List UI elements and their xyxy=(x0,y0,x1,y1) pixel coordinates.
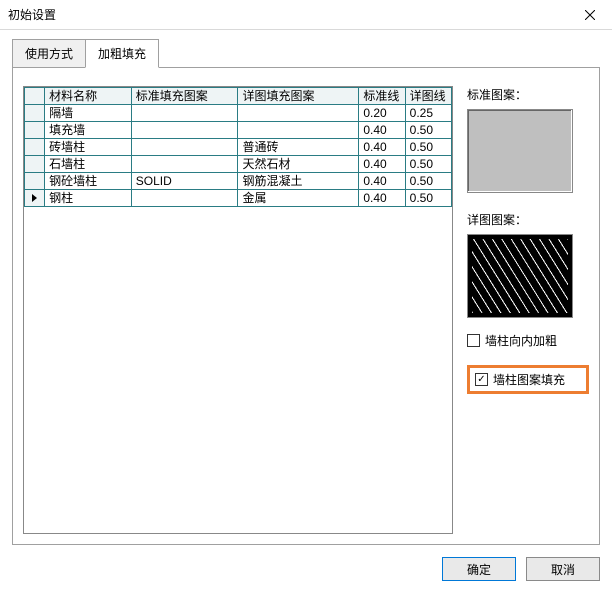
ok-button[interactable]: 确定 xyxy=(442,557,516,581)
cell-w1[interactable]: 0.20 xyxy=(359,105,405,122)
table-row[interactable]: 钢柱 金属0.400.50 xyxy=(25,190,452,207)
col-w1[interactable]: 标准线 xyxy=(359,88,405,105)
table-row[interactable]: 填充墙 0.400.50 xyxy=(25,122,452,139)
cell-std[interactable] xyxy=(131,190,238,207)
row-header xyxy=(25,122,45,139)
cell-w2[interactable]: 0.50 xyxy=(405,173,451,190)
tab-bold-fill[interactable]: 加粗填充 xyxy=(85,39,159,68)
col-w2[interactable]: 详图线 xyxy=(405,88,451,105)
table-row[interactable]: 砖墙柱 普通砖0.400.50 xyxy=(25,139,452,156)
tab-bar: 使用方式 加粗填充 xyxy=(12,38,600,67)
cell-detail[interactable]: 天然石材 xyxy=(238,156,359,173)
row-header xyxy=(25,105,45,122)
dialog-footer: 确定 取消 xyxy=(12,545,600,591)
current-row-indicator-icon xyxy=(32,194,37,202)
cancel-button[interactable]: 取消 xyxy=(526,557,600,581)
checkbox-pattern-fill[interactable] xyxy=(475,373,488,386)
window-title: 初始设置 xyxy=(8,6,56,23)
cell-w1[interactable]: 0.40 xyxy=(359,173,405,190)
cell-name[interactable]: 隔墙 xyxy=(45,105,132,122)
cell-std[interactable]: SOLID xyxy=(131,173,238,190)
col-detail[interactable]: 详图填充图案 xyxy=(238,88,359,105)
cell-detail[interactable] xyxy=(238,122,359,139)
cell-w1[interactable]: 0.40 xyxy=(359,139,405,156)
cell-detail[interactable]: 普通砖 xyxy=(238,139,359,156)
detail-pattern-label: 详图图案： xyxy=(467,211,589,228)
cell-detail[interactable] xyxy=(238,105,359,122)
std-pattern-label: 标准图案： xyxy=(467,86,589,103)
cell-w1[interactable]: 0.40 xyxy=(359,122,405,139)
cell-detail[interactable]: 金属 xyxy=(238,190,359,207)
grid-corner xyxy=(25,88,45,105)
checkbox-pattern-fill-highlight: 墙柱图案填充 xyxy=(467,365,589,394)
cell-w2[interactable]: 0.50 xyxy=(405,139,451,156)
cell-name[interactable]: 石墙柱 xyxy=(45,156,132,173)
cell-std[interactable] xyxy=(131,139,238,156)
table-row[interactable]: 隔墙 0.200.25 xyxy=(25,105,452,122)
cell-w2[interactable]: 0.50 xyxy=(405,190,451,207)
material-grid[interactable]: 材料名称 标准填充图案 详图填充图案 标准线 详图线 隔墙0.200.25填充墙… xyxy=(24,87,452,207)
checkbox-bold-inward[interactable] xyxy=(467,334,480,347)
row-header xyxy=(25,173,45,190)
cell-name[interactable]: 钢砼墙柱 xyxy=(45,173,132,190)
right-panel: 标准图案： 详图图案： 墙柱向内加粗 墙柱图案填充 xyxy=(467,86,589,534)
row-header xyxy=(25,156,45,173)
cell-w1[interactable]: 0.40 xyxy=(359,190,405,207)
tab-panel: 材料名称 标准填充图案 详图填充图案 标准线 详图线 隔墙0.200.25填充墙… xyxy=(12,67,600,545)
row-header xyxy=(25,139,45,156)
col-std[interactable]: 标准填充图案 xyxy=(131,88,238,105)
titlebar: 初始设置 xyxy=(0,0,612,30)
cell-w1[interactable]: 0.40 xyxy=(359,156,405,173)
tab-usage[interactable]: 使用方式 xyxy=(12,39,86,68)
cell-w2[interactable]: 0.25 xyxy=(405,105,451,122)
cell-std[interactable] xyxy=(131,105,238,122)
checkbox-bold-inward-label: 墙柱向内加粗 xyxy=(485,332,557,349)
cell-std[interactable] xyxy=(131,156,238,173)
material-grid-wrap: 材料名称 标准填充图案 详图填充图案 标准线 详图线 隔墙0.200.25填充墙… xyxy=(23,86,453,534)
col-name[interactable]: 材料名称 xyxy=(45,88,132,105)
close-button[interactable] xyxy=(568,0,612,30)
cell-name[interactable]: 砖墙柱 xyxy=(45,139,132,156)
cell-name[interactable]: 填充墙 xyxy=(45,122,132,139)
std-pattern-swatch[interactable] xyxy=(467,109,573,193)
cell-name[interactable]: 钢柱 xyxy=(45,190,132,207)
cell-detail[interactable]: 钢筋混凝土 xyxy=(238,173,359,190)
table-row[interactable]: 钢砼墙柱SOLID钢筋混凝土0.400.50 xyxy=(25,173,452,190)
cell-std[interactable] xyxy=(131,122,238,139)
detail-pattern-swatch[interactable] xyxy=(467,234,573,318)
checkbox-pattern-fill-label: 墙柱图案填充 xyxy=(493,371,565,388)
cell-w2[interactable]: 0.50 xyxy=(405,122,451,139)
table-row[interactable]: 石墙柱 天然石材0.400.50 xyxy=(25,156,452,173)
cell-w2[interactable]: 0.50 xyxy=(405,156,451,173)
row-header xyxy=(25,190,45,207)
checkbox-bold-inward-row[interactable]: 墙柱向内加粗 xyxy=(467,332,589,349)
close-icon xyxy=(585,10,595,20)
